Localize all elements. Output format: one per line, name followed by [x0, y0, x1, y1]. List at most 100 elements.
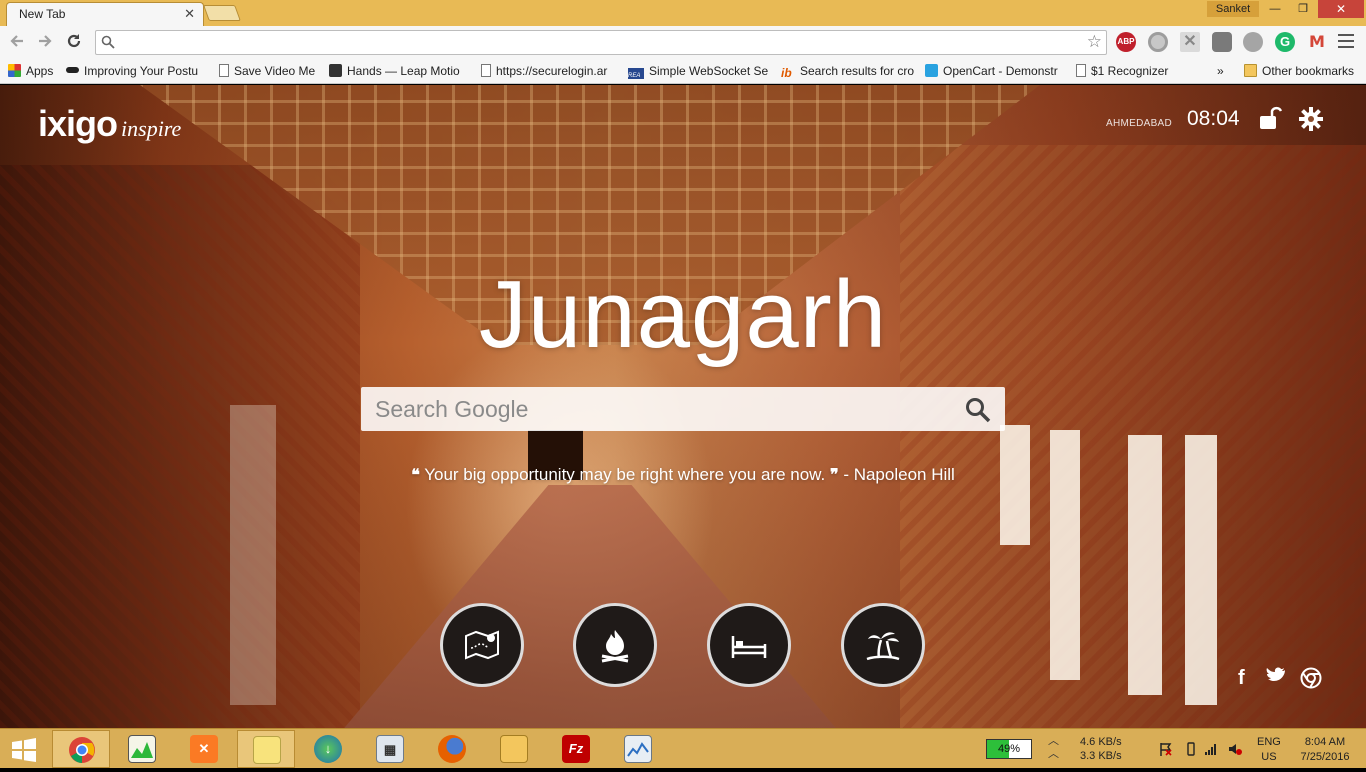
- bookmarks-bar: Apps Improving Your Postu Save Video Me …: [0, 58, 1366, 84]
- browser-titlebar: New Tab ✕ Sanket — ❐ ✕: [0, 0, 1366, 26]
- volume-muted-icon[interactable]: [1228, 742, 1242, 756]
- ixigo-logo[interactable]: ixigo inspire: [38, 103, 181, 145]
- quote-close-mark: ❞: [829, 465, 839, 484]
- chrome-menu-button[interactable]: [1338, 34, 1354, 52]
- reload-icon: [67, 34, 81, 48]
- taskbar-chrome[interactable]: [52, 730, 110, 768]
- destination-title[interactable]: Junagarh: [0, 260, 1366, 370]
- bookmark-websocket[interactable]: REA Simple WebSocket Se: [628, 63, 768, 79]
- bookmark-opencart[interactable]: OpenCart - Demonstr: [925, 63, 1065, 79]
- bookmark-securelogin[interactable]: https://securelogin.ar: [481, 63, 619, 79]
- twitter-icon[interactable]: [1266, 667, 1286, 691]
- minimize-button[interactable]: —: [1262, 0, 1288, 18]
- search-input[interactable]: [375, 393, 955, 425]
- category-map-button[interactable]: [440, 603, 524, 687]
- action-center-flag-icon[interactable]: [1158, 742, 1172, 756]
- bookmark-recognizer[interactable]: $1 Recognizer: [1076, 63, 1176, 79]
- page-icon: [1076, 64, 1086, 77]
- other-bookmarks[interactable]: Other bookmarks: [1244, 63, 1362, 79]
- background-wall-left: [0, 165, 360, 728]
- address-bar[interactable]: ☆: [95, 30, 1107, 55]
- bookmark-star-icon[interactable]: ☆: [1087, 32, 1102, 52]
- mail-checker-icon[interactable]: [1243, 32, 1263, 52]
- close-window-button[interactable]: ✕: [1318, 0, 1364, 18]
- system-clock[interactable]: 8:04 AM 7/25/2016: [1295, 735, 1355, 765]
- spy-extension-icon[interactable]: [1212, 32, 1232, 52]
- ib-icon: ib: [781, 66, 792, 79]
- network-speed: 4.6 KB/s 3.3 KB/s: [1080, 735, 1122, 763]
- system-date: 7/25/2016: [1300, 751, 1350, 763]
- bookmark-improving-posture[interactable]: Improving Your Postu: [66, 63, 208, 79]
- facebook-icon[interactable]: f: [1238, 667, 1245, 690]
- adblock-plus-icon[interactable]: ABP: [1116, 32, 1136, 52]
- apps-grid-icon: [8, 64, 21, 77]
- device-icon[interactable]: [1184, 742, 1198, 756]
- quote-open-mark: ❝: [411, 465, 420, 484]
- grammarly-icon[interactable]: G: [1275, 32, 1295, 52]
- folder-icon: [500, 735, 528, 763]
- bookmarks-overflow-button[interactable]: »: [1217, 63, 1233, 79]
- taskbar-task-manager[interactable]: [113, 730, 171, 768]
- tray-overflow-icon[interactable]: ︿ ︿: [1048, 735, 1059, 761]
- battery-percent: 49%: [997, 743, 1021, 755]
- chrome-store-icon[interactable]: [1300, 667, 1322, 695]
- palm-tree-icon: [866, 632, 900, 661]
- leap-icon: [329, 64, 342, 77]
- maximize-button[interactable]: ❐: [1290, 0, 1316, 18]
- arrow-right-icon: [39, 35, 52, 47]
- net-download-speed: 3.3 KB/s: [1080, 750, 1122, 762]
- taskbar-performance-monitor[interactable]: [609, 730, 667, 768]
- performance-monitor-icon: [624, 735, 652, 763]
- battery-indicator[interactable]: 49%: [986, 739, 1032, 759]
- language-indicator[interactable]: ENG US: [1257, 735, 1281, 765]
- taskbar-file-explorer[interactable]: [485, 730, 543, 768]
- back-button[interactable]: [7, 32, 27, 52]
- folder-icon: [1244, 64, 1257, 77]
- profile-button[interactable]: Sanket: [1207, 1, 1259, 17]
- bookmark-apps[interactable]: Apps: [8, 63, 60, 79]
- new-tab-button[interactable]: [203, 5, 241, 21]
- taskbar-download-manager[interactable]: ↓: [299, 730, 357, 768]
- category-camping-button[interactable]: [573, 603, 657, 687]
- google-search-box[interactable]: [361, 387, 1005, 431]
- wifi-signal-icon[interactable]: [1204, 742, 1218, 756]
- unlock-icon[interactable]: [1258, 105, 1282, 131]
- tab-close-icon[interactable]: ✕: [184, 6, 195, 22]
- category-stay-button[interactable]: [707, 603, 791, 687]
- tab-new-tab[interactable]: New Tab ✕: [6, 2, 204, 26]
- gmail-icon[interactable]: M: [1307, 32, 1327, 52]
- tab-title: New Tab: [19, 7, 66, 21]
- windows-start-icon[interactable]: [10, 738, 38, 762]
- x-extension-icon[interactable]: ✕: [1180, 32, 1200, 52]
- quote-author: - Napoleon Hill: [843, 465, 955, 484]
- background-window: [1000, 425, 1030, 545]
- page-icon: [219, 64, 229, 77]
- taskbar-xampp[interactable]: ✕: [175, 730, 233, 768]
- arrow-left-icon: [10, 35, 23, 47]
- background-image: ixigoinspire AHMEDABAD 08:04 Junagarh ❝ …: [0, 85, 1366, 728]
- reload-button[interactable]: [64, 32, 84, 52]
- page-icon: [481, 64, 491, 77]
- calculator-icon: ▦: [376, 735, 404, 763]
- filezilla-icon: Fz: [562, 735, 590, 763]
- bookmark-leap-motion[interactable]: Hands — Leap Motio: [329, 63, 469, 79]
- bed-icon: [731, 636, 767, 658]
- bookmark-save-video[interactable]: Save Video Me: [219, 63, 319, 79]
- category-beach-button[interactable]: [841, 603, 925, 687]
- download-manager-icon: ↓: [314, 735, 342, 763]
- taskbar-filezilla[interactable]: Fz: [547, 730, 605, 768]
- search-extension-icon[interactable]: [1148, 32, 1168, 52]
- net-upload-speed: 4.6 KB/s: [1080, 736, 1122, 748]
- taskbar-calculator[interactable]: ▦: [361, 730, 419, 768]
- gear-icon[interactable]: [1299, 107, 1323, 131]
- bookmark-search-results[interactable]: ib Search results for cro: [781, 63, 915, 79]
- forward-button[interactable]: [35, 32, 55, 52]
- search-icon[interactable]: [965, 397, 991, 423]
- cart-icon: [925, 64, 938, 77]
- taskbar-firefox[interactable]: [423, 730, 481, 768]
- rea-icon: REA: [628, 68, 644, 79]
- taskbar-sticky-notes[interactable]: [237, 730, 295, 768]
- quote-text: Your big opportunity may be right where …: [424, 465, 826, 484]
- address-input[interactable]: [120, 33, 1070, 52]
- city-label: AHMEDABAD: [1106, 118, 1173, 129]
